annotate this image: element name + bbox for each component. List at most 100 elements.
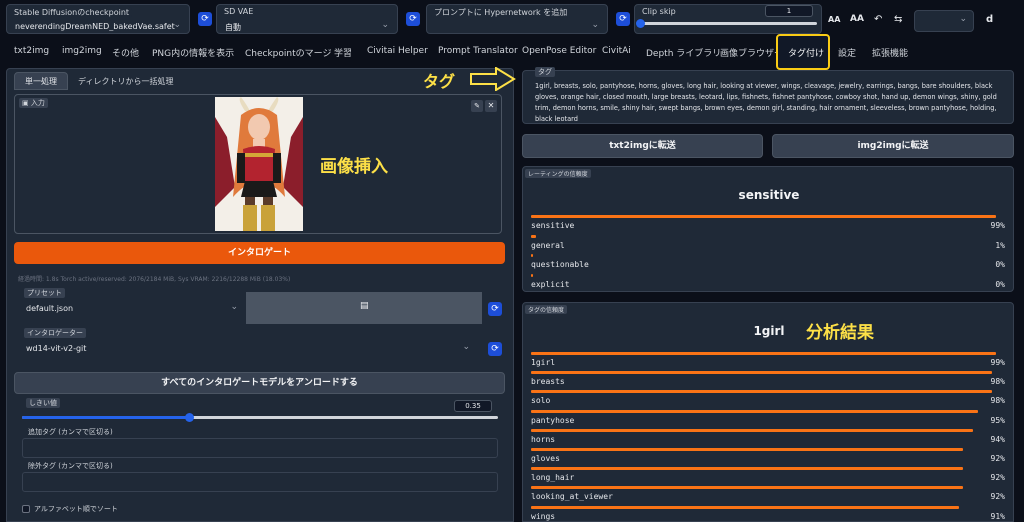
preset-box: プリセット default.json ⌄ — [14, 288, 246, 324]
confidence-bar — [531, 390, 992, 394]
vae-dropdown[interactable]: SD VAE 自動 ⌄ — [216, 4, 398, 34]
tab-image-browser[interactable]: 画像ブラウザー — [720, 46, 783, 59]
confidence-bar — [531, 448, 964, 451]
chevron-down-icon: ⌄ — [173, 20, 181, 30]
tab-training[interactable]: 学習 — [334, 46, 352, 59]
confidence-name: explicit — [531, 279, 570, 289]
image-insert-annotation: 画像挿入 — [320, 157, 388, 177]
subtab-batch[interactable]: ディレクトリから一括処理 — [78, 76, 173, 87]
confidence-percent: 95% — [990, 415, 1005, 425]
chevron-down-icon: ⌄ — [959, 14, 967, 24]
confidence-percent: 0% — [995, 260, 1005, 269]
refresh-checkpoint-icon[interactable]: ⟳ — [198, 12, 212, 26]
tab-depth-library[interactable]: Depth ライブラリ — [646, 46, 721, 59]
tab-civitai-helper[interactable]: Civitai Helper — [367, 46, 428, 56]
uploaded-image — [215, 97, 303, 231]
confidence-percent: 92% — [990, 454, 1005, 463]
tags-output-label: タグ — [535, 67, 555, 77]
confidence-bar — [531, 273, 533, 277]
exclude-tags-label: 除外タグ (カンマで区切る) — [28, 462, 113, 470]
image-input-area[interactable]: ▣ 入力 ✎ ✕ — [14, 94, 502, 234]
threshold-box: しきい値 0.35 — [14, 398, 505, 424]
confidence-percent: 91% — [990, 511, 1005, 521]
tab-tagger[interactable]: タグ付け — [776, 34, 830, 70]
save-icon: ▤ — [360, 301, 369, 311]
threshold-slider-fill — [22, 416, 189, 419]
confidence-percent: 98% — [990, 396, 1005, 406]
confidence-bar — [531, 428, 973, 432]
tab-extensions[interactable]: 拡張機能 — [872, 46, 908, 59]
extra-dropdown[interactable]: ⌄ — [914, 10, 974, 32]
tab-settings[interactable]: 設定 — [838, 46, 856, 59]
status-text: 経過時間: 1.8s Torch active/reserved: 2076/2… — [18, 276, 291, 283]
close-icon[interactable]: ✕ — [485, 100, 497, 112]
clipskip-value[interactable]: 1 — [765, 5, 813, 17]
tab-openpose-editor[interactable]: OpenPose Editor — [522, 46, 596, 56]
confidence-bar — [531, 467, 964, 471]
confidence-bar — [531, 234, 536, 238]
tag-confidence-label: タグの信頼度 — [525, 305, 568, 314]
confidence-name: looking_at_viewer — [531, 492, 613, 502]
additional-tags-input[interactable] — [22, 438, 498, 458]
preset-value: default.json — [26, 304, 74, 313]
tab-img2img[interactable]: img2img — [62, 46, 102, 56]
font-size-large-icon[interactable]: AA — [850, 14, 864, 24]
tab-txt2img[interactable]: txt2img — [14, 46, 49, 56]
unload-models-button[interactable]: すべてのインタロゲートモデルをアンロードする — [14, 372, 505, 394]
confidence-bar — [531, 409, 978, 413]
theme-toggle[interactable]: d — [986, 14, 993, 25]
preset-label: プリセット — [24, 288, 65, 298]
checkpoint-dropdown[interactable]: Stable Diffusionのcheckpoint neverendingD… — [6, 4, 190, 34]
confidence-name: sensitive — [531, 221, 575, 230]
interrogator-value: wd14-vit-v2-git — [26, 344, 87, 353]
refresh-vae-icon[interactable]: ⟳ — [406, 12, 420, 26]
tab-other[interactable]: その他 — [112, 46, 139, 59]
exclude-tags-input[interactable] — [22, 472, 498, 492]
refresh-hypernetwork-icon[interactable]: ⟳ — [616, 12, 630, 26]
tab-tagger-label: タグ付け — [788, 49, 825, 59]
hypernetwork-dropdown[interactable]: プロンプトに Hypernetwork を追加 ⌄ — [426, 4, 608, 34]
tab-checkpoint-merge[interactable]: Checkpointのマージ — [245, 46, 331, 59]
chevron-down-icon: ⌄ — [462, 342, 470, 352]
chevron-down-icon: ⌄ — [381, 20, 389, 30]
confidence-bar — [531, 254, 533, 257]
additional-tags-label: 追加タグ (カンマで区切る) — [28, 428, 113, 436]
clipskip-slider[interactable] — [636, 19, 817, 28]
refresh-preset-icon[interactable]: ⟳ — [488, 302, 502, 316]
edit-icon[interactable]: ✎ — [471, 100, 483, 112]
sort-checkbox[interactable] — [22, 505, 30, 513]
confidence-bar — [531, 486, 964, 490]
threshold-label: しきい値 — [26, 398, 60, 408]
subtab-single[interactable]: 単一処理 — [14, 72, 68, 90]
confidence-name: long_hair — [531, 473, 575, 483]
threshold-value[interactable]: 0.35 — [454, 400, 492, 412]
checkpoint-label: Stable Diffusionのcheckpoint — [11, 7, 133, 18]
tags-output-text[interactable]: 1girl, breasts, solo, pantyhose, horns, … — [535, 81, 1005, 125]
undo-icon[interactable]: ↶ — [874, 14, 882, 25]
send-to-txt2img-button[interactable]: txt2imgに転送 — [522, 134, 763, 158]
chevron-down-icon: ⌄ — [230, 302, 238, 312]
refresh-interrogator-icon[interactable]: ⟳ — [488, 342, 502, 356]
confidence-percent: 99% — [990, 221, 1005, 230]
tab-civitai[interactable]: CivitAi — [602, 46, 631, 56]
preset-save-area[interactable]: ▤ — [246, 292, 482, 324]
clipskip-slider-handle[interactable] — [636, 19, 645, 28]
preset-dropdown[interactable]: default.json ⌄ — [20, 300, 246, 318]
interrogator-dropdown[interactable]: wd14-vit-v2-git ⌄ — [20, 340, 476, 358]
threshold-slider-handle[interactable] — [184, 413, 194, 422]
confidence-name: gloves — [531, 454, 560, 463]
send-to-img2img-button[interactable]: img2imgに転送 — [772, 134, 1014, 158]
confidence-name: breasts — [531, 377, 565, 387]
threshold-slider[interactable] — [22, 413, 498, 422]
chevron-down-icon: ⌄ — [591, 20, 599, 30]
rating-confidence-panel: レーティングの信頼度 sensitive sensitive 99% general… — [522, 166, 1014, 292]
tab-prompt-translator[interactable]: Prompt Translator — [438, 46, 518, 56]
confidence-name: general — [531, 240, 565, 250]
tag-confidence-panel: タグの信頼度 1girl 1girl 99% breasts 98% solo 98% pa… — [522, 302, 1014, 522]
tab-png-info[interactable]: PNG内の情報を表示 — [152, 46, 234, 59]
interrogate-button[interactable]: インタロゲート — [14, 242, 505, 264]
confidence-bar — [531, 371, 992, 375]
clipskip-box: Clip skip 1 — [634, 4, 822, 34]
swap-icon[interactable]: ⇆ — [894, 14, 902, 25]
font-size-icon[interactable]: AA — [828, 15, 840, 24]
